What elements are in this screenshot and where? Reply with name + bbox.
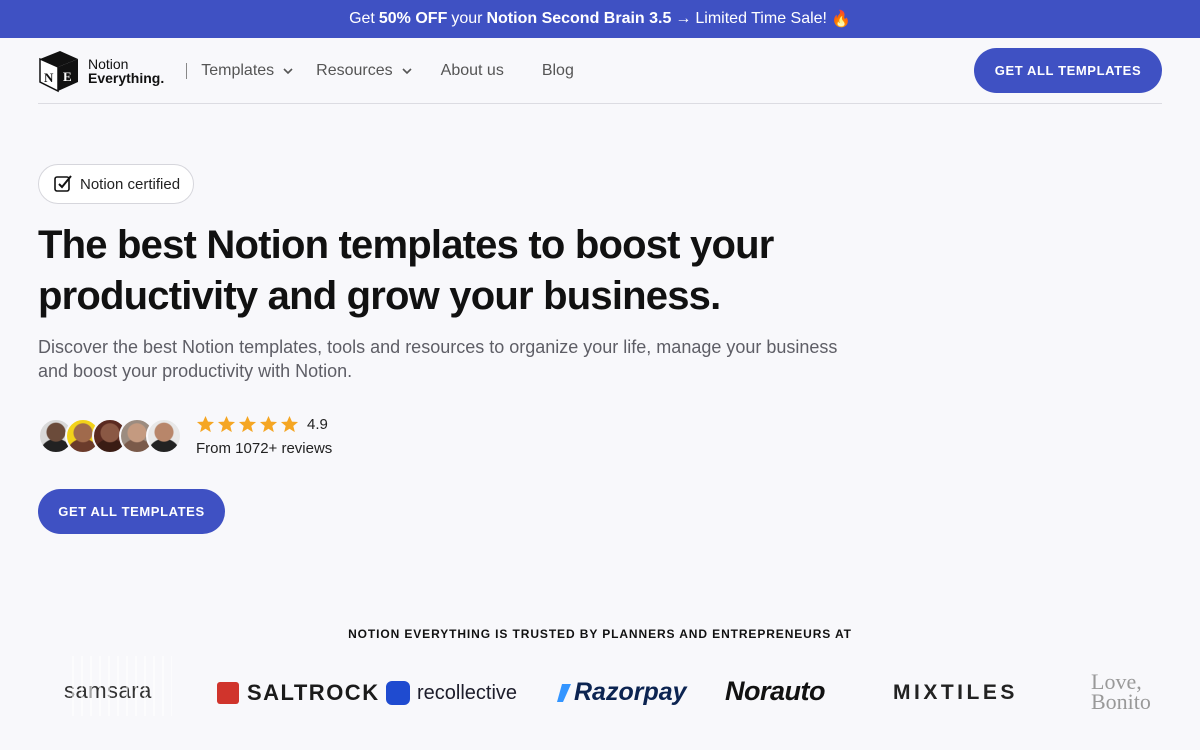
- logo-line-2: Everything.: [88, 69, 165, 86]
- mixtiles-logo: MIXTILES: [893, 681, 1018, 704]
- chevron-down-icon: [283, 67, 293, 74]
- norauto-logo: Norauto: [725, 676, 826, 706]
- svg-text:E: E: [63, 69, 72, 84]
- nav-about-us[interactable]: About us: [441, 62, 504, 80]
- nav-templates-label: Templates: [201, 61, 275, 79]
- rating-score: 4.9: [307, 416, 328, 433]
- saltrock-mark-icon: [217, 682, 239, 704]
- hero-subtitle: Discover the best Notion templates, tool…: [38, 337, 838, 381]
- star-icon: [238, 415, 257, 433]
- hero-title: The best Notion templates to boost your …: [38, 223, 774, 318]
- site-logo[interactable]: N E Notion Everything.: [38, 49, 164, 93]
- logo-cube-icon: N E: [39, 50, 78, 92]
- promo-banner[interactable]: Get 50% OFF your Notion Second Brain 3.5…: [0, 0, 1200, 38]
- logo-line-1: Notion: [88, 55, 129, 72]
- nav-divider: [186, 62, 188, 79]
- nav-resources-label: Resources: [316, 61, 393, 79]
- star-icon: [280, 415, 299, 433]
- saltrock-logo: SALTROCK: [217, 680, 380, 706]
- notion-certified-badge: Notion certified: [38, 164, 195, 204]
- avatar: [146, 418, 182, 454]
- razorpay-logo: Razorpay: [556, 678, 687, 707]
- badge-label: Notion certified: [80, 175, 181, 193]
- promo-prefix: Get: [349, 10, 375, 27]
- nav-resources[interactable]: Resources: [316, 62, 412, 80]
- fire-icon: 🔥: [831, 11, 851, 28]
- logo-fade-overlay: [72, 656, 172, 716]
- recollective-wordmark: recollective: [417, 681, 518, 704]
- star-rating: 4.9: [196, 415, 332, 434]
- reviewer-avatars: [38, 418, 182, 456]
- get-all-templates-button[interactable]: GET ALL TEMPLATES: [974, 48, 1162, 93]
- star-icon: [196, 415, 215, 433]
- hero-get-all-templates-button[interactable]: GET ALL TEMPLATES: [38, 489, 225, 534]
- promo-suffix: Limited Time Sale!: [695, 10, 827, 27]
- logo-wordmark: Notion Everything.: [88, 57, 164, 85]
- certified-check-icon: [54, 175, 72, 192]
- promo-discount: 50% OFF: [378, 10, 448, 27]
- love-bonito-logo: Love, Bonito: [1091, 669, 1151, 714]
- top-navigation: N E Notion Everything. Templates Resourc…: [38, 38, 1162, 104]
- razorpay-mark-icon: [557, 683, 571, 702]
- rating-summary: 4.9 From 1072+ reviews: [196, 415, 332, 457]
- nav-blog[interactable]: Blog: [542, 62, 574, 80]
- trusted-by-heading: NOTION EVERYTHING IS TRUSTED BY PLANNERS…: [348, 627, 852, 641]
- samsara-logo: samsara: [64, 656, 172, 716]
- razorpay-wordmark: Razorpay: [574, 678, 687, 706]
- arrow-icon: →: [675, 10, 692, 27]
- customer-logos: samsara SALTROCK recollective Razorpay N…: [0, 656, 1200, 728]
- chevron-down-icon: [402, 67, 412, 74]
- saltrock-wordmark: SALTROCK: [247, 680, 380, 705]
- svg-text:N: N: [44, 70, 54, 85]
- recollective-logo: recollective: [386, 681, 517, 705]
- promo-product: Notion Second Brain 3.5: [486, 10, 672, 27]
- recollective-mark-icon: [386, 681, 410, 705]
- star-icon: [259, 415, 278, 433]
- nav-templates[interactable]: Templates: [201, 62, 294, 80]
- promo-middle: your: [451, 10, 483, 27]
- review-count: From 1072+ reviews: [196, 440, 333, 457]
- star-icon: [217, 415, 236, 433]
